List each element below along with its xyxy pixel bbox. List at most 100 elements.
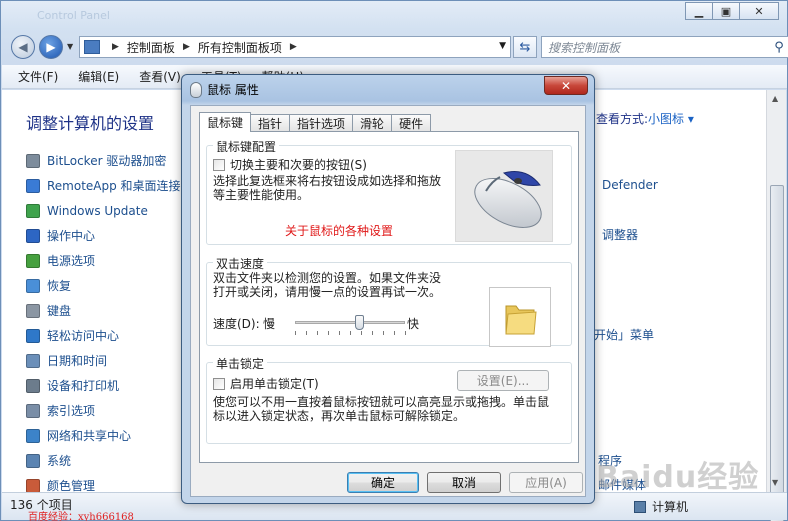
- breadcrumb-separator-icon[interactable]: ▶: [112, 42, 119, 52]
- list-item-label[interactable]: 电源选项: [47, 252, 95, 269]
- refresh-icon: ⇆: [519, 39, 531, 55]
- slider-tick: [372, 331, 373, 335]
- list-item[interactable]: 系统: [26, 448, 181, 473]
- list-item[interactable]: 日期和时间: [26, 348, 181, 373]
- back-button[interactable]: ◀: [11, 35, 35, 59]
- list-item-label[interactable]: 轻松访问中心: [47, 327, 119, 344]
- button-config-legend: 鼠标键配置: [213, 138, 280, 155]
- control-panel-item-icon: [26, 378, 40, 393]
- control-panel-item-icon: [26, 203, 40, 218]
- switch-buttons-option[interactable]: 切换主要和次要的按钮(S): [213, 156, 367, 173]
- click-lock-legend: 单击锁定: [213, 355, 268, 372]
- switch-buttons-checkbox[interactable]: [213, 158, 225, 171]
- control-panel-item-icon: [26, 153, 40, 168]
- computer-icon: [634, 500, 646, 513]
- list-item-label[interactable]: BitLocker 驱动器加密: [47, 152, 166, 169]
- list-item[interactable]: 键盘: [26, 298, 181, 323]
- breadcrumb-control-panel[interactable]: 控制面板: [127, 39, 175, 56]
- dialog-close-button[interactable]: ✕: [544, 76, 588, 95]
- view-by-dropdown[interactable]: 小图标 ▾: [648, 110, 694, 127]
- list-item[interactable]: 电源选项: [26, 248, 181, 273]
- scroll-down-icon[interactable]: ▼: [772, 478, 778, 487]
- recent-pages-dropdown-icon[interactable]: ▼: [67, 42, 73, 51]
- list-item-windows-defender[interactable]: Defender: [602, 178, 658, 192]
- address-bar[interactable]: ▶ 控制面板 ▶ 所有控制面板项 ▶ ▼: [79, 36, 511, 58]
- scrollbar-thumb[interactable]: [770, 185, 784, 521]
- breadcrumb-all-items[interactable]: 所有控制面板项: [198, 39, 282, 56]
- vertical-scrollbar[interactable]: ▲ ▼: [766, 90, 786, 521]
- cancel-button[interactable]: 取消: [427, 472, 501, 493]
- enable-click-lock-option[interactable]: 启用单击锁定(T): [213, 375, 319, 392]
- tab-buttons[interactable]: 鼠标键: [199, 112, 252, 132]
- switch-buttons-label[interactable]: 切换主要和次要的按钮(S): [230, 156, 367, 173]
- control-panel-item-icon: [26, 478, 40, 493]
- menu-file[interactable]: 文件(F): [18, 68, 58, 85]
- list-item[interactable]: 网络和共享中心: [26, 423, 181, 448]
- list-item-label[interactable]: 恢复: [47, 277, 71, 294]
- address-dropdown-icon[interactable]: ▼: [499, 41, 506, 51]
- list-item[interactable]: RemoteApp 和桌面连接: [26, 173, 181, 198]
- slider-tick: [361, 331, 362, 335]
- control-panel-item-icon: [26, 228, 40, 243]
- tab-wheel[interactable]: 滑轮: [352, 114, 393, 132]
- enable-click-lock-label[interactable]: 启用单击锁定(T): [230, 375, 319, 392]
- slider-tick: [383, 331, 384, 335]
- list-item[interactable]: 恢复: [26, 273, 181, 298]
- list-item-label[interactable]: Windows Update: [47, 204, 148, 218]
- menu-edit[interactable]: 编辑(E): [78, 68, 119, 85]
- search-box[interactable]: 搜索控制面板 ⚲: [541, 36, 788, 58]
- list-item[interactable]: 操作中心: [26, 223, 181, 248]
- list-item-label[interactable]: 键盘: [47, 302, 71, 319]
- close-button[interactable]: ✕: [739, 2, 779, 20]
- slider-tick: [295, 331, 296, 335]
- slider-tick: [405, 331, 406, 335]
- slider-tick: [394, 331, 395, 335]
- search-input[interactable]: 搜索控制面板: [548, 39, 770, 56]
- tab-pointer-options[interactable]: 指针选项: [289, 114, 354, 132]
- test-folder-area[interactable]: [489, 287, 551, 347]
- list-item-label[interactable]: 操作中心: [47, 227, 95, 244]
- control-panel-item-icon: [26, 403, 40, 418]
- control-panel-item-icon: [26, 303, 40, 318]
- tab-hardware[interactable]: 硬件: [391, 114, 432, 132]
- double-click-speed-slider-thumb[interactable]: [354, 315, 364, 330]
- control-panel-item-icon: [26, 328, 40, 343]
- list-item-label[interactable]: 日期和时间: [47, 352, 107, 369]
- list-item[interactable]: Windows Update: [26, 198, 181, 223]
- list-item-label[interactable]: 系统: [47, 452, 71, 469]
- view-by-label: 查看方式:: [596, 112, 649, 126]
- refresh-button[interactable]: ⇆: [513, 36, 537, 58]
- double-click-speed-slider-track[interactable]: [295, 321, 405, 324]
- list-item-label[interactable]: RemoteApp 和桌面连接: [47, 177, 181, 194]
- forward-arrow-icon: ▶: [46, 40, 56, 54]
- slider-tick: [306, 331, 307, 335]
- apply-button[interactable]: 应用(A): [509, 472, 583, 493]
- mouse-image: [455, 150, 553, 242]
- list-item[interactable]: 设备和打印机: [26, 373, 181, 398]
- button-config-group: 鼠标键配置 切换主要和次要的按钮(S) 选择此复选框来将右按钮设成如选择和拖放等…: [206, 138, 572, 245]
- mouse-settings-link[interactable]: 关于鼠标的各种设置: [285, 222, 393, 239]
- tab-pointers[interactable]: 指针: [250, 114, 291, 132]
- list-item[interactable]: BitLocker 驱动器加密: [26, 148, 181, 173]
- list-item-label[interactable]: 设备和打印机: [47, 377, 119, 394]
- minimize-button[interactable]: ▁: [685, 2, 713, 20]
- dialog-body: 鼠标键 指针 指针选项 滑轮 硬件 鼠标键配置 切换主要和次要的按钮(S) 选择…: [190, 105, 586, 497]
- list-item[interactable]: 索引选项: [26, 398, 181, 423]
- maximize-button[interactable]: ▣: [712, 2, 740, 20]
- enable-click-lock-checkbox[interactable]: [213, 377, 225, 390]
- breadcrumb-separator-icon[interactable]: ▶: [183, 42, 190, 52]
- scroll-up-icon[interactable]: ▲: [772, 94, 778, 103]
- list-item-label[interactable]: 索引选项: [47, 402, 95, 419]
- mouse-illustration-icon: [474, 171, 542, 228]
- ok-button[interactable]: 确定: [347, 472, 419, 493]
- list-item-tuner[interactable]: 调整器: [602, 226, 638, 243]
- baidu-watermark: Baidu经验: [596, 460, 760, 495]
- menu-view[interactable]: 查看(V): [139, 68, 181, 85]
- forward-button[interactable]: ▶: [39, 35, 63, 59]
- back-arrow-icon: ◀: [18, 40, 28, 54]
- click-lock-settings-button[interactable]: 设置(E)...: [457, 370, 549, 391]
- search-icon[interactable]: ⚲: [770, 40, 788, 55]
- list-item[interactable]: 轻松访问中心: [26, 323, 181, 348]
- breadcrumb-separator-icon[interactable]: ▶: [290, 42, 297, 52]
- list-item-label[interactable]: 网络和共享中心: [47, 427, 131, 444]
